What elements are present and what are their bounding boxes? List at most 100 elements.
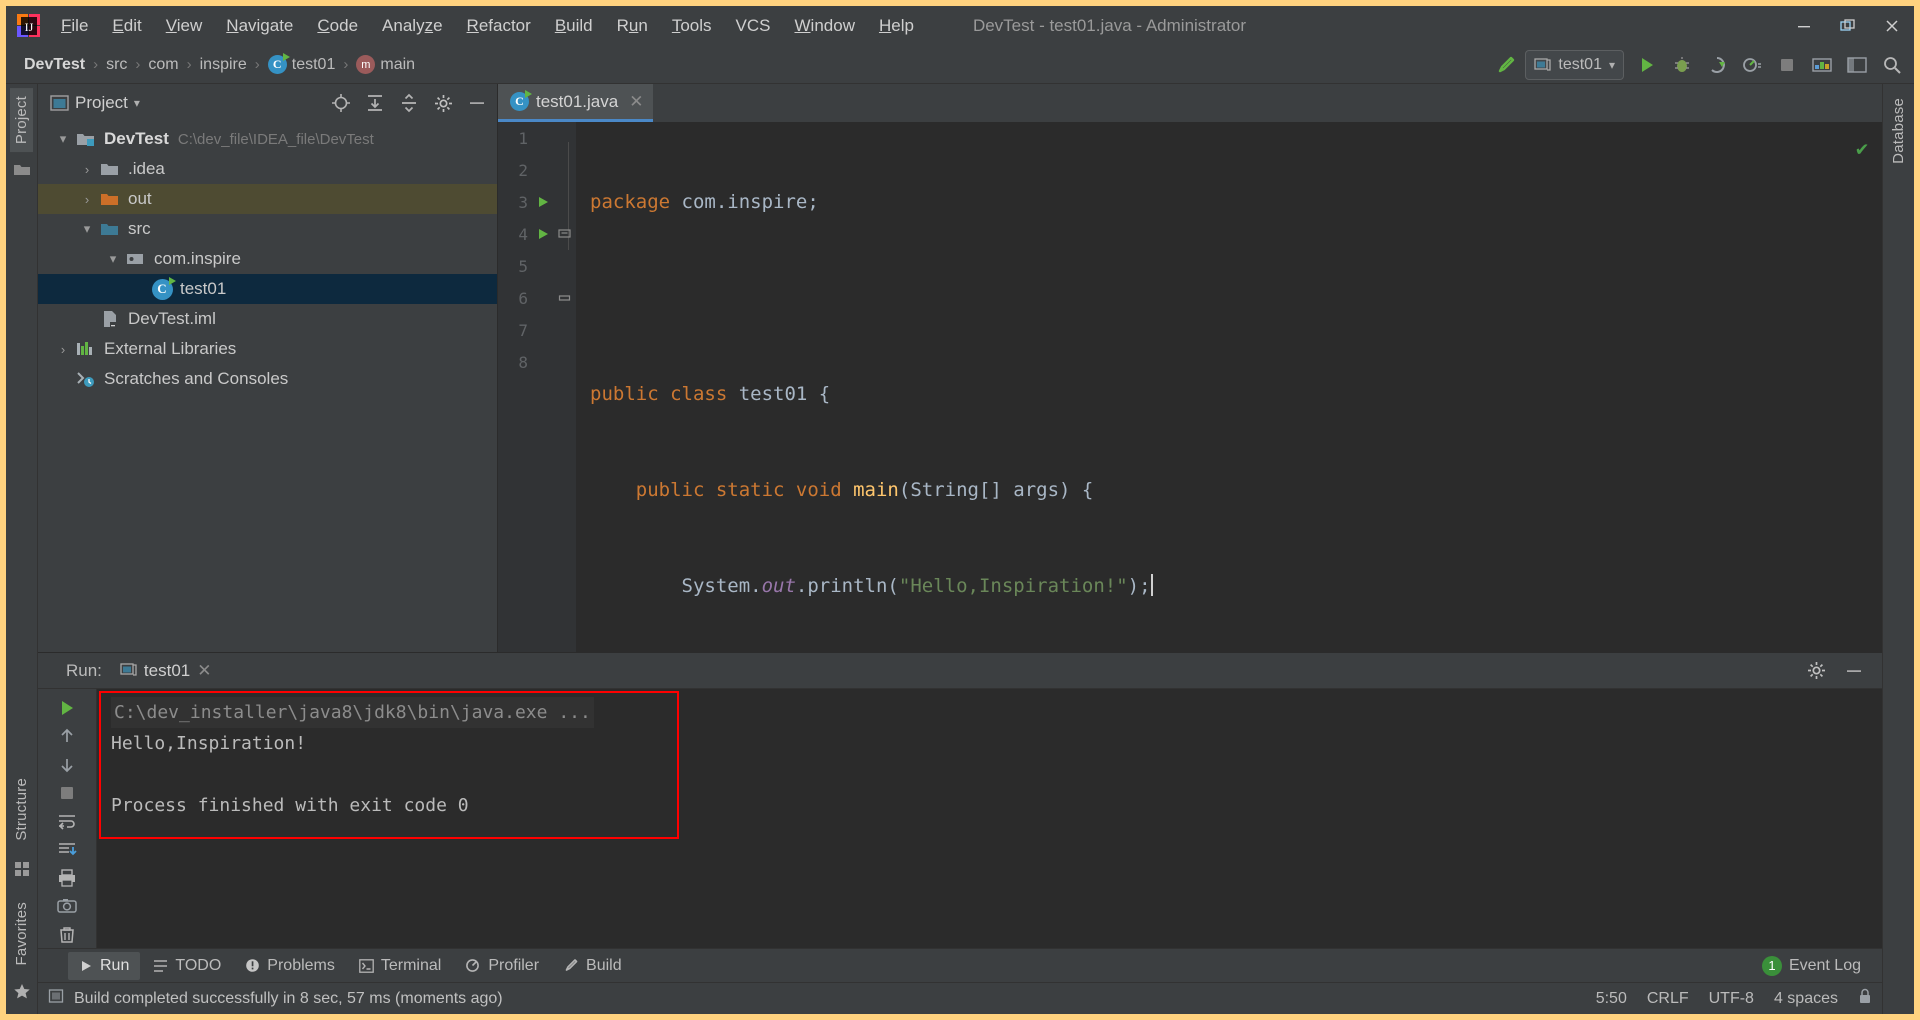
soft-wrap-icon[interactable]	[50, 808, 84, 834]
chevron-right-icon[interactable]: ›	[52, 342, 74, 357]
menu-file[interactable]: File	[50, 12, 99, 40]
menu-view[interactable]: View	[155, 12, 214, 40]
restore-button[interactable]	[1826, 6, 1870, 46]
run-tab-test01[interactable]: test01 ✕	[112, 658, 220, 684]
updates-icon[interactable]	[1806, 50, 1838, 80]
hammer-icon[interactable]	[1490, 50, 1522, 80]
caret-position[interactable]: 5:50	[1596, 990, 1627, 1008]
menu-navigate[interactable]: Navigate	[215, 12, 304, 40]
expand-icon[interactable]	[361, 90, 389, 116]
event-log-button[interactable]: 1 Event Log	[1751, 951, 1872, 981]
menu-tools[interactable]: Tools	[661, 12, 723, 40]
run-configuration-selector[interactable]: test01 ▾	[1525, 50, 1624, 80]
tree-node-label: Scratches and Consoles	[104, 369, 289, 388]
collapse-icon[interactable]	[395, 90, 423, 116]
close-button[interactable]	[1870, 6, 1914, 46]
run-button[interactable]	[1631, 50, 1663, 80]
breadcrumb-devtest[interactable]: DevTest	[18, 54, 91, 76]
rerun-button[interactable]	[50, 695, 84, 721]
menu-run[interactable]: Run	[606, 12, 659, 40]
menu-edit[interactable]: Edit	[101, 12, 152, 40]
run-gutter-icon[interactable]	[532, 195, 554, 209]
tree-node-com-inspire[interactable]: ▾ com.inspire	[38, 244, 497, 274]
stripe-tab-project[interactable]: Project	[10, 88, 33, 153]
breadcrumb-separator: ›	[254, 56, 260, 73]
method-icon: m	[356, 55, 376, 74]
chevron-down-icon[interactable]: ▾	[102, 251, 124, 267]
line-separator[interactable]: CRLF	[1647, 990, 1689, 1008]
up-stacktrace-button[interactable]	[50, 723, 84, 749]
breadcrumb-main[interactable]: m main	[350, 53, 421, 76]
code-text[interactable]: package com.inspire; public class test01…	[576, 122, 1882, 652]
editor-tab-test01-java[interactable]: C test01.java ✕	[498, 84, 654, 122]
stop-button[interactable]	[1771, 50, 1803, 80]
tree-node-devtest[interactable]: ▾ DevTest C:\dev_file\IDEA_file\DevTest	[38, 124, 497, 154]
grid-icon[interactable]	[14, 861, 30, 882]
bottom-tab-run[interactable]: Run	[68, 951, 141, 980]
tree-node-src[interactable]: ▾ src	[38, 214, 497, 244]
editor-gutter[interactable]: 1 2 3 4 5 6 7 8	[498, 122, 576, 652]
target-icon[interactable]	[327, 90, 355, 116]
tree-node-out[interactable]: › out	[38, 184, 497, 214]
menu-refactor[interactable]: Refactor	[456, 12, 542, 40]
stop-button[interactable]	[50, 780, 84, 806]
gear-icon[interactable]	[429, 90, 457, 116]
memory-icon[interactable]	[48, 988, 64, 1009]
star-icon[interactable]	[13, 983, 31, 1006]
fold-collapse-icon[interactable]	[554, 228, 574, 241]
bottom-tab-build[interactable]: Build	[552, 952, 633, 980]
lock-icon[interactable]	[1858, 988, 1872, 1009]
chevron-down-icon[interactable]: ▾	[76, 221, 98, 237]
chevron-right-icon[interactable]: ›	[76, 162, 98, 177]
close-icon[interactable]: ✕	[629, 92, 643, 112]
debug-button[interactable]	[1666, 50, 1698, 80]
stripe-tab-database[interactable]: Database	[1887, 90, 1910, 172]
tree-node-test01[interactable]: C test01	[38, 274, 497, 304]
layout-icon[interactable]	[1841, 50, 1873, 80]
tree-node-scratches[interactable]: Scratches and Consoles	[38, 364, 497, 394]
bottom-tab-todo[interactable]: TODO	[142, 952, 232, 980]
menu-analyze[interactable]: Analyze	[371, 12, 454, 40]
run-coverage-button[interactable]	[1701, 50, 1733, 80]
close-icon[interactable]: ✕	[197, 661, 211, 681]
hide-panel-button[interactable]	[463, 90, 491, 116]
file-encoding[interactable]: UTF-8	[1709, 990, 1754, 1008]
gear-icon[interactable]	[1802, 658, 1830, 684]
structure-folder-icon[interactable]	[13, 162, 31, 182]
chevron-down-icon[interactable]: ▾	[52, 131, 74, 147]
menu-code[interactable]: Code	[306, 12, 369, 40]
minimize-button[interactable]	[1782, 6, 1826, 46]
bottom-tab-problems[interactable]: Problems	[234, 952, 346, 980]
scroll-to-end-icon[interactable]	[50, 837, 84, 863]
breadcrumb-test01[interactable]: C test01	[262, 53, 342, 76]
profiler-button[interactable]	[1736, 50, 1768, 80]
search-icon[interactable]	[1876, 50, 1908, 80]
breadcrumb-com[interactable]: com	[142, 54, 184, 76]
chevron-right-icon[interactable]: ›	[76, 192, 98, 207]
minimize-icon[interactable]	[1840, 658, 1868, 684]
tree-node-devtest-iml[interactable]: DevTest.iml	[38, 304, 497, 334]
bottom-tab-terminal[interactable]: Terminal	[348, 952, 452, 980]
breadcrumb-src[interactable]: src	[100, 54, 133, 76]
stripe-tab-favorites[interactable]: Favorites	[10, 894, 33, 974]
down-stacktrace-button[interactable]	[50, 752, 84, 778]
menu-help[interactable]: Help	[868, 12, 925, 40]
tree-node-external-libraries[interactable]: › External Libraries	[38, 334, 497, 364]
indent-setting[interactable]: 4 spaces	[1774, 990, 1838, 1008]
code-editor[interactable]: 1 2 3 4 5 6 7 8 package com.inspire; pub…	[498, 122, 1882, 652]
run-gutter-icon[interactable]	[532, 227, 554, 241]
menu-vcs[interactable]: VCS	[725, 12, 782, 40]
tree-node-idea[interactable]: › .idea	[38, 154, 497, 184]
bottom-tab-profiler[interactable]: Profiler	[454, 952, 550, 980]
project-tool-window: Project ▾ ▾ DevTest C:\dev_file\IDEA_fil…	[38, 84, 498, 652]
menu-window[interactable]: Window	[784, 12, 866, 40]
menu-build[interactable]: Build	[544, 12, 604, 40]
trash-icon[interactable]	[50, 922, 84, 948]
console-output[interactable]: C:\dev_installer\java8\jdk8\bin\java.exe…	[97, 689, 1882, 948]
stripe-tab-structure[interactable]: Structure	[10, 770, 33, 849]
breadcrumb-inspire[interactable]: inspire	[194, 54, 253, 76]
inspection-status-icon[interactable]: ✔	[1856, 132, 1868, 164]
print-icon[interactable]	[50, 865, 84, 891]
camera-icon[interactable]	[50, 893, 84, 919]
fold-end-icon[interactable]	[554, 292, 574, 305]
